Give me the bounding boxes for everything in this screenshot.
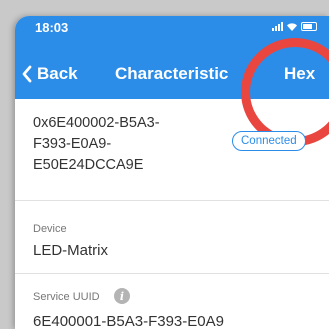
back-label: Back <box>37 64 78 83</box>
navigation-bar: 18:03 Back Characteristic Hex <box>15 16 329 99</box>
signal-icon <box>272 22 283 31</box>
status-badge: Connected <box>232 131 306 151</box>
divider <box>15 200 329 201</box>
service-uuid-label: Service UUID <box>33 291 100 303</box>
device-name: LED-Matrix <box>33 242 109 259</box>
battery-icon <box>301 22 317 31</box>
info-icon[interactable]: i <box>114 288 130 304</box>
hex-button[interactable]: Hex <box>284 64 315 84</box>
characteristic-uuid: 0x6E400002-B5A3- F393-E0A9- E50E24DCCA9E <box>33 115 160 173</box>
service-uuid-value: 6E400001-B5A3-F393-E0A9 <box>33 313 224 329</box>
page-title: Characteristic <box>115 64 229 83</box>
wifi-icon <box>287 23 297 31</box>
chevron-left-icon <box>22 65 32 83</box>
status-icons <box>272 22 317 31</box>
phone-screen: 18:03 Back Characteristic Hex 0x6E400002… <box>15 16 329 329</box>
device-label: Device <box>33 223 67 235</box>
status-time: 18:03 <box>35 20 69 35</box>
divider <box>15 273 329 274</box>
back-button[interactable]: Back <box>21 64 78 84</box>
